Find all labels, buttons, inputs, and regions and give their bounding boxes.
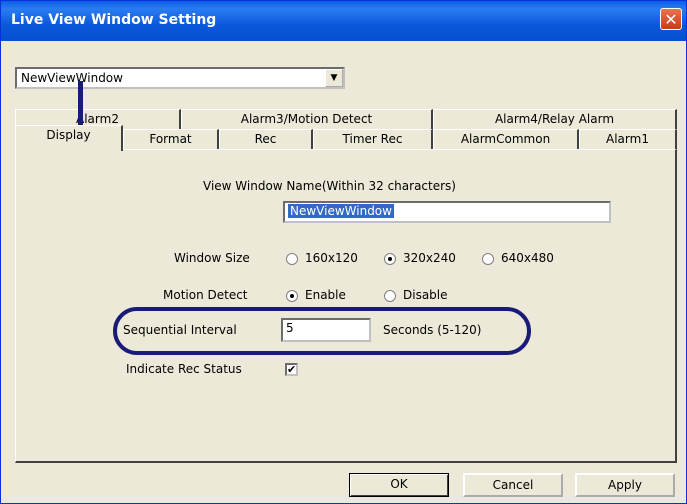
tab-alarmcommon[interactable]: AlarmCommon: [433, 129, 579, 149]
motion-detect-label: Motion Detect: [163, 288, 248, 302]
tab-panel-display: [15, 149, 677, 463]
sequential-interval-unit: Seconds (5-120): [383, 323, 482, 337]
indicate-rec-status-checkbox[interactable]: ✔: [285, 363, 298, 376]
chevron-down-icon[interactable]: ▼: [325, 69, 343, 87]
window-size-label: Window Size: [174, 251, 250, 265]
window-size-320x240-label[interactable]: 320x240: [403, 251, 456, 265]
window-size-160x120-label[interactable]: 160x120: [305, 251, 358, 265]
tab-alarm3-motion-detect[interactable]: Alarm3/Motion Detect: [181, 109, 433, 129]
dialog-window: Live View Window Setting ✕ NewViewWindow…: [0, 0, 687, 504]
motion-detect-enable-radio[interactable]: [286, 290, 298, 302]
motion-detect-enable-label[interactable]: Enable: [305, 288, 346, 302]
view-window-name-label: View Window Name(Within 32 characters): [203, 179, 456, 193]
apply-button[interactable]: Apply: [575, 473, 675, 497]
tab-alarm1[interactable]: Alarm1: [579, 129, 677, 149]
window-title: Live View Window Setting: [11, 12, 217, 28]
window-size-320x240-radio[interactable]: [384, 253, 396, 265]
view-window-select[interactable]: NewViewWindow ▼: [15, 67, 345, 89]
view-window-name-value: NewViewWindow: [288, 204, 394, 218]
tab-rec[interactable]: Rec: [219, 129, 313, 149]
tab-alarm4-relay-alarm[interactable]: Alarm4/Relay Alarm: [433, 109, 677, 129]
tab-format[interactable]: Format: [123, 129, 219, 149]
title-bar[interactable]: Live View Window Setting ✕: [1, 1, 686, 41]
cancel-button[interactable]: Cancel: [463, 473, 563, 497]
ok-button[interactable]: OK: [349, 473, 449, 497]
tab-timer-rec[interactable]: Timer Rec: [313, 129, 433, 149]
tab-display[interactable]: Display: [15, 125, 123, 151]
close-icon[interactable]: ✕: [660, 8, 682, 30]
window-size-640x480-label[interactable]: 640x480: [501, 251, 554, 265]
motion-detect-disable-radio[interactable]: [384, 290, 396, 302]
view-window-name-input[interactable]: NewViewWindow: [283, 201, 611, 223]
window-size-160x120-radio[interactable]: [286, 253, 298, 265]
window-size-640x480-radio[interactable]: [482, 253, 494, 265]
view-window-select-value: NewViewWindow: [21, 71, 123, 85]
motion-detect-disable-label[interactable]: Disable: [403, 288, 448, 302]
indicate-rec-status-label: Indicate Rec Status: [126, 362, 242, 376]
sequential-interval-label: Sequential Interval: [123, 323, 237, 337]
sequential-interval-input[interactable]: 5: [281, 318, 371, 342]
